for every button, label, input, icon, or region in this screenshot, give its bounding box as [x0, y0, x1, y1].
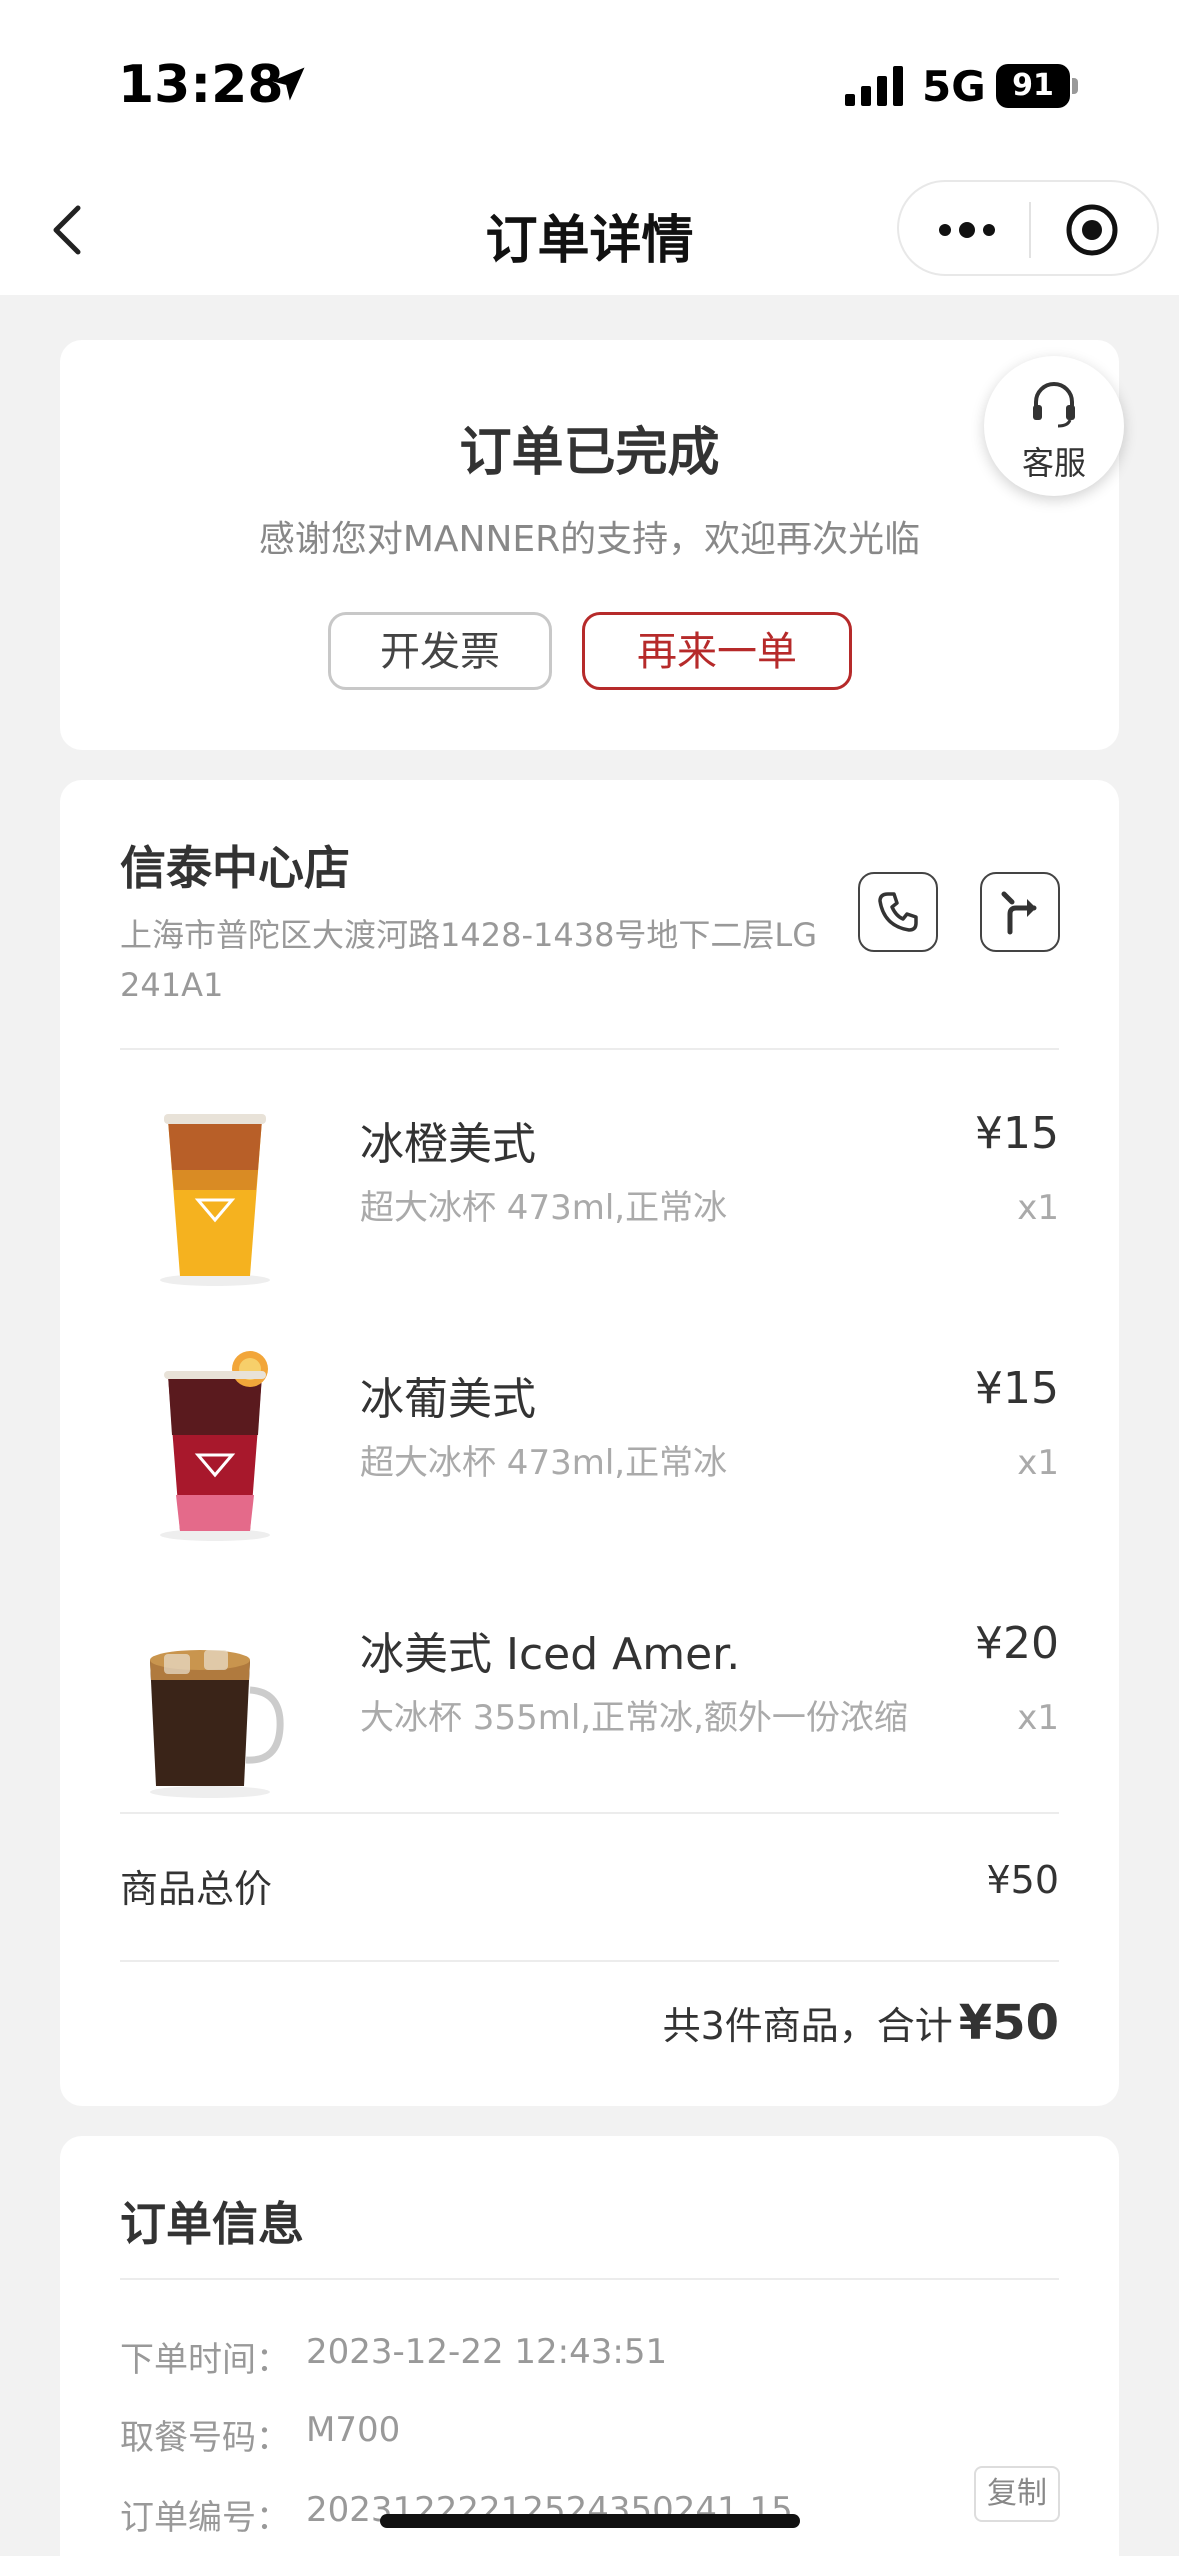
invoice-button[interactable]: 开发票 [328, 612, 552, 690]
subtotal-value: ¥50 [986, 1858, 1059, 1902]
status-bar: 13:28 5G 91 [0, 0, 1179, 160]
total-value: ¥50 [958, 1995, 1059, 2051]
order-time-value: 2023-12-22 12:43:51 [306, 2332, 668, 2372]
order-info-title: 订单信息 [120, 2197, 304, 2251]
more-dots-icon[interactable] [937, 212, 997, 248]
divider [120, 1812, 1059, 1814]
store-address: 上海市普陀区大渡河路1428-1438号地下二层LG 241A1 [120, 916, 818, 1004]
battery-icon: 91 [996, 64, 1078, 108]
order-status-title: 订单已完成 [459, 423, 720, 483]
close-target-icon[interactable] [1064, 202, 1120, 258]
item-name: 冰橙美式 [360, 1119, 536, 1170]
total-row: 共3件商品，合计 ¥50 [663, 1995, 1059, 2051]
iced-americano-image [150, 1650, 284, 1798]
item-price: ¥15 [975, 1363, 1059, 1414]
battery-nub [1072, 78, 1078, 94]
customer-service-button[interactable]: 客服 [984, 356, 1124, 496]
item-spec: 超大冰杯 473ml,正常冰 [360, 1188, 728, 1228]
battery-level: 91 [996, 64, 1070, 108]
customer-service-label: 客服 [1021, 444, 1086, 482]
iced-orange-americano-image [160, 1114, 270, 1286]
item-spec: 超大冰杯 473ml,正常冰 [360, 1443, 728, 1483]
order-items-card: 信泰中心店 上海市普陀区大渡河路1428-1438号地下二层LG 241A1 冰… [60, 780, 1119, 2106]
headset-icon [1033, 382, 1075, 428]
nav-bar: 订单详情 [0, 180, 1179, 280]
phone-icon [878, 892, 918, 932]
divider [120, 2278, 1059, 2280]
navigate-store-button[interactable] [980, 872, 1060, 952]
item-price: ¥15 [975, 1108, 1059, 1159]
header-area: 13:28 5G 91 订单详情 [0, 0, 1179, 295]
pickup-number-value: M700 [306, 2410, 401, 2450]
call-store-button[interactable] [858, 872, 938, 952]
pickup-number-label: 取餐号码： [120, 2418, 290, 2458]
status-time: 13:28 [118, 55, 284, 115]
list-item[interactable]: 冰美式 Iced Amer. 大冰杯 355ml,正常冰,额外一份浓缩 ¥20 … [60, 1590, 1119, 1840]
item-spec: 大冰杯 355ml,正常冰,额外一份浓缩 [360, 1698, 908, 1738]
reorder-button[interactable]: 再来一单 [582, 612, 852, 690]
network-type: 5G [922, 62, 986, 111]
signal-icon [845, 66, 903, 106]
total-label: 共3件商品，合计 [662, 2004, 953, 2048]
order-info-card: 订单信息 下单时间： 2023-12-22 12:43:51 取餐号码： M70… [60, 2136, 1119, 2556]
item-name: 冰葡美式 [360, 1374, 536, 1425]
home-indicator [380, 2514, 800, 2528]
miniprogram-capsule [897, 180, 1159, 276]
list-item[interactable]: 冰葡美式 超大冰杯 473ml,正常冰 ¥15 x1 [60, 1335, 1119, 1585]
item-quantity: x1 [1017, 1443, 1059, 1483]
subtotal-row: 商品总价 ¥50 [120, 1858, 1059, 1913]
divider [120, 1960, 1059, 1962]
location-arrow-icon [271, 67, 305, 101]
subtotal-label: 商品总价 [120, 1867, 273, 1911]
list-item[interactable]: 冰橙美式 超大冰杯 473ml,正常冰 ¥15 x1 [60, 1080, 1119, 1330]
divider [120, 1048, 1059, 1050]
store-name: 信泰中心店 [120, 841, 350, 895]
order-status-subtitle: 感谢您对MANNER的支持，欢迎再次光临 [258, 519, 921, 560]
order-time-label: 下单时间： [120, 2340, 290, 2380]
iced-grape-americano-image [160, 1351, 270, 1541]
route-icon [1001, 891, 1037, 935]
item-quantity: x1 [1017, 1698, 1059, 1738]
item-quantity: x1 [1017, 1188, 1059, 1228]
copy-order-number-button[interactable]: 复制 [974, 2466, 1060, 2522]
order-number-label: 订单编号： [120, 2498, 290, 2538]
item-price: ¥20 [975, 1618, 1059, 1669]
order-status-card: 订单已完成 感谢您对MANNER的支持，欢迎再次光临 开发票 再来一单 [60, 340, 1119, 750]
item-name: 冰美式 Iced Amer. [360, 1629, 741, 1680]
capsule-divider [1029, 202, 1031, 258]
